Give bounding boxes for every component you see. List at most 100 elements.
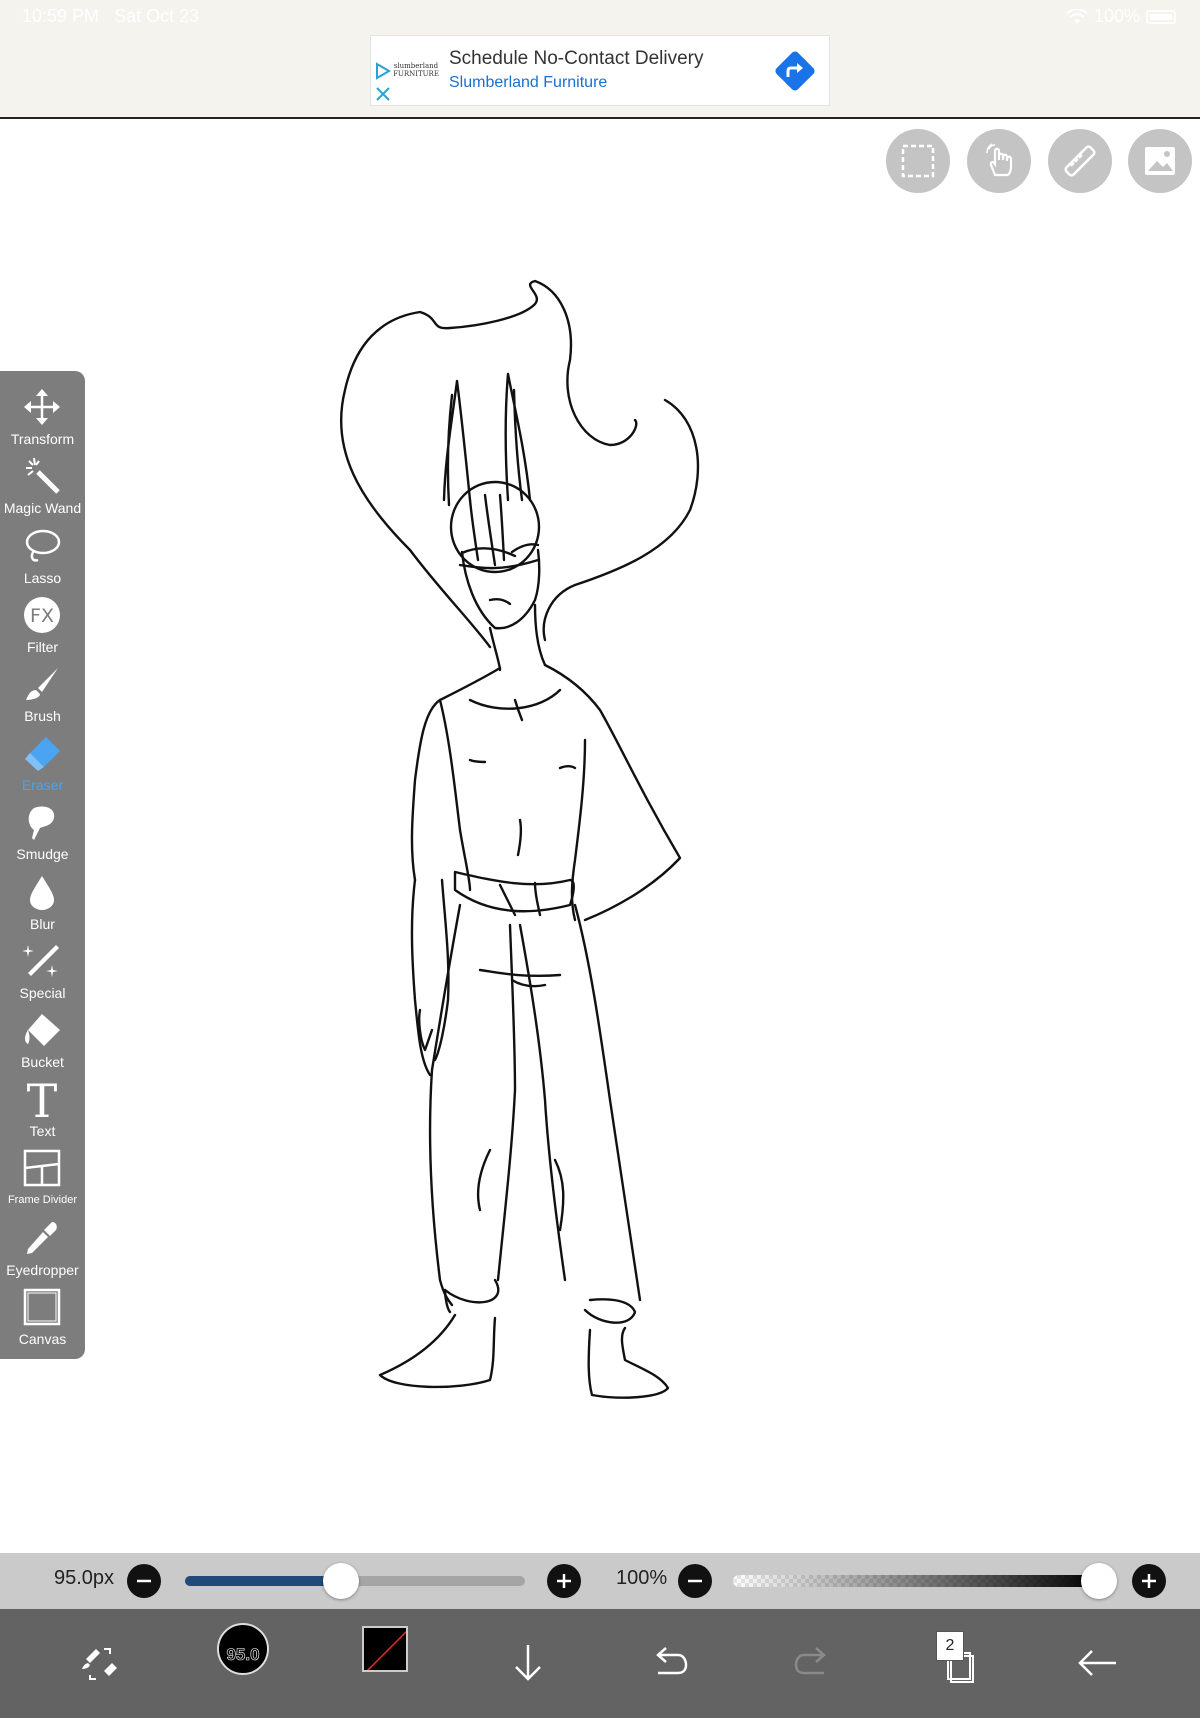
sketch-drawing: [340, 279, 700, 1399]
ad-banner[interactable]: slumberland FURNITURE Schedule No-Contac…: [370, 35, 830, 106]
adchoices-icon[interactable]: [375, 62, 391, 80]
ad-close-icon[interactable]: [375, 86, 391, 102]
opacity-slider[interactable]: [733, 1575, 1099, 1587]
size-decrease-button[interactable]: [127, 1564, 161, 1598]
brush-slider-bar: 95.0px 100%: [0, 1553, 1200, 1609]
tool-bucket[interactable]: Bucket: [0, 1006, 85, 1075]
minus-icon: [688, 1579, 702, 1583]
layers-count: 2: [936, 1631, 964, 1661]
tool-blur[interactable]: Blur: [0, 868, 85, 937]
opacity-knob[interactable]: [1081, 1563, 1117, 1599]
undo-icon: [656, 1647, 688, 1675]
tool-text[interactable]: T Text: [0, 1075, 85, 1144]
move-arrows-icon: [24, 389, 60, 425]
ad-title[interactable]: Schedule No-Contact Delivery: [449, 48, 704, 70]
download-icon: [515, 1645, 541, 1681]
tool-label: Frame Divider: [7, 1194, 78, 1206]
brush-size-knob[interactable]: [323, 1563, 360, 1599]
magic-wand-icon: [26, 457, 60, 494]
brush-size-fill: [185, 1576, 342, 1586]
droplet-icon: [30, 876, 54, 910]
touch-button[interactable]: [967, 129, 1031, 193]
opacity-increase-button[interactable]: [1132, 1564, 1166, 1598]
back-arrow-icon: [1078, 1650, 1116, 1676]
battery-icon: [1146, 9, 1176, 24]
image-icon: [1145, 147, 1175, 175]
opacity-decrease-button[interactable]: [678, 1564, 712, 1598]
touch-hand-icon: [986, 143, 1013, 177]
undo-button[interactable]: [638, 1631, 702, 1695]
brush-size-indicator[interactable]: 95.0: [217, 1623, 269, 1675]
selection-button[interactable]: [886, 129, 950, 193]
tool-label: Canvas: [18, 1331, 67, 1347]
tool-magic-wand[interactable]: Magic Wand: [0, 452, 85, 521]
tool-label: Eyedropper: [6, 1262, 79, 1278]
quick-menu-icon: [82, 1648, 117, 1680]
tool-eyedropper[interactable]: Eyedropper: [0, 1214, 85, 1283]
tool-label: Bucket: [21, 1054, 64, 1070]
tool-smudge[interactable]: Smudge: [0, 798, 85, 867]
fx-icon: FX: [24, 597, 60, 633]
frame-divider-icon: [23, 1149, 61, 1187]
directions-icon[interactable]: [773, 49, 817, 93]
tool-canvas[interactable]: Canvas: [0, 1283, 85, 1352]
tool-label: Magic Wand: [3, 500, 82, 516]
status-date: Sat Oct 23: [114, 6, 200, 26]
tool-label: Text: [29, 1123, 56, 1139]
tool-label: Brush: [24, 708, 61, 724]
tool-brush[interactable]: Brush: [0, 660, 85, 729]
tool-label: Lasso: [23, 570, 62, 586]
no-color-slash-icon: [366, 1630, 406, 1670]
wifi-icon: [1066, 8, 1088, 24]
tool-frame-divider[interactable]: Frame Divider: [0, 1144, 85, 1213]
reference-image-button[interactable]: [1128, 129, 1192, 193]
eyedropper-icon: [27, 1222, 57, 1254]
svg-text:T: T: [27, 1079, 58, 1119]
tool-label: Filter: [26, 639, 59, 655]
ruler-icon: [1064, 145, 1096, 177]
selection-icon: [901, 144, 935, 178]
size-increase-button[interactable]: [547, 1564, 581, 1598]
quick-menu-button[interactable]: [68, 1631, 132, 1695]
tool-label: Eraser: [21, 777, 64, 793]
brush-size-indicator-value: 95.0: [226, 1645, 260, 1665]
download-button[interactable]: [496, 1631, 560, 1695]
opacity-value: 100%: [616, 1567, 668, 1589]
top-bar: 10:59 PM Sat Oct 23 100% slumberland FUR…: [0, 0, 1200, 119]
tool-lasso[interactable]: Lasso: [0, 522, 85, 591]
status-indicators: 100%: [1066, 6, 1176, 27]
tool-label: Transform: [10, 431, 75, 447]
ad-logo: slumberland FURNITURE: [393, 62, 439, 78]
tool-label: Smudge: [16, 846, 69, 862]
smudge-icon: [28, 806, 55, 840]
tool-label: Blur: [30, 916, 55, 932]
tool-special[interactable]: Special: [0, 937, 85, 1006]
status-clock: 10:59 PM: [22, 6, 100, 26]
back-button[interactable]: [1066, 1631, 1130, 1695]
status-time: 10:59 PM Sat Oct 23: [22, 6, 199, 27]
plus-icon: [557, 1574, 571, 1588]
eraser-icon: [25, 737, 60, 771]
plus-icon: [1142, 1574, 1156, 1588]
tool-filter[interactable]: FX Filter: [0, 591, 85, 660]
special-brush-icon: [22, 945, 59, 977]
battery-percent: 100%: [1093, 6, 1140, 26]
redo-button[interactable]: [780, 1631, 844, 1695]
tool-palette: Transform Magic Wand Lasso FX Filter Bru…: [0, 371, 85, 1359]
brush-size-value: 95.0px: [54, 1567, 115, 1589]
canvas-icon: [23, 1288, 61, 1326]
bottom-toolbar: 95.0 2: [0, 1609, 1200, 1718]
tool-eraser[interactable]: Eraser: [0, 729, 85, 798]
svg-text:FX: FX: [30, 605, 54, 627]
brush-icon: [26, 668, 58, 700]
color-swatch[interactable]: [362, 1626, 408, 1672]
ad-subtitle[interactable]: Slumberland Furniture: [449, 74, 607, 92]
tool-transform[interactable]: Transform: [0, 383, 85, 452]
lasso-icon: [25, 529, 61, 562]
minus-icon: [137, 1579, 151, 1583]
text-icon: T: [27, 1079, 58, 1119]
ruler-button[interactable]: [1048, 129, 1112, 193]
tool-label: Special: [19, 985, 66, 1001]
drawing-canvas[interactable]: [0, 121, 1200, 1553]
redo-icon: [794, 1647, 826, 1675]
